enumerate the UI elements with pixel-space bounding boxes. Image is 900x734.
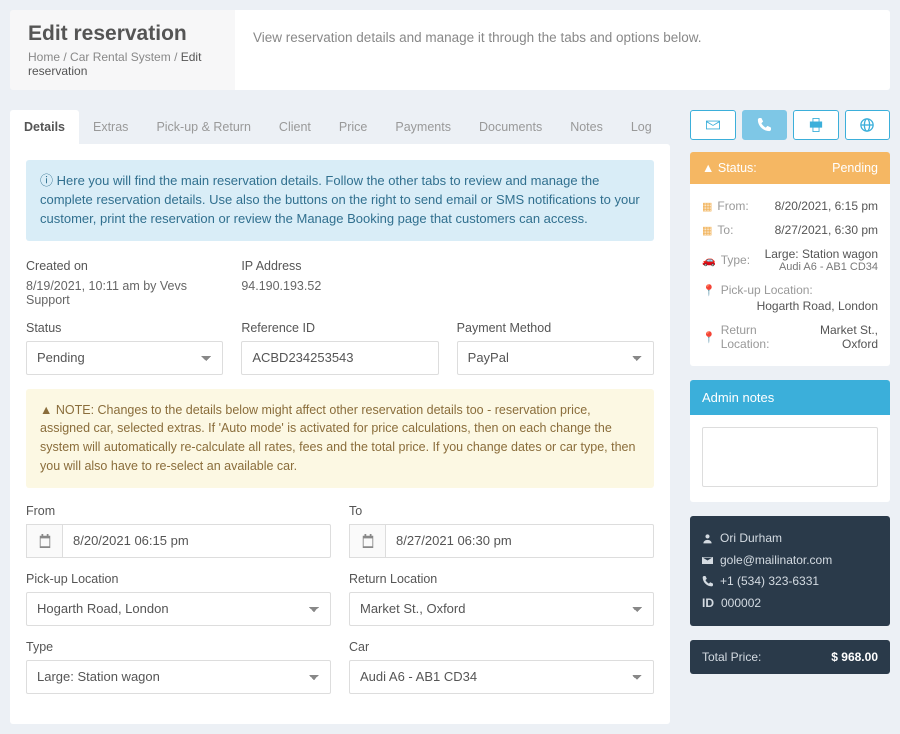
header-subtitle: View reservation details and manage it t… (235, 10, 890, 90)
customer-id-value: 000002 (721, 593, 761, 615)
tab-extras[interactable]: Extras (79, 110, 142, 144)
return-location-select[interactable]: Market St., Oxford (349, 592, 654, 626)
globe-button[interactable] (845, 110, 891, 140)
header-title-block: Edit reservation Home / Car Rental Syste… (10, 10, 235, 90)
to-date-input[interactable] (385, 524, 654, 558)
phone-icon (757, 118, 771, 132)
admin-notes-box: Admin notes (690, 380, 890, 502)
admin-notes-textarea[interactable] (702, 427, 878, 487)
page-header: Edit reservation Home / Car Rental Syste… (10, 10, 890, 90)
breadcrumb: Home / Car Rental System / Edit reservat… (28, 50, 217, 78)
phone-icon (702, 576, 713, 587)
pickup-location-label: Pick-up Location (26, 572, 331, 586)
tab-details[interactable]: Details (10, 110, 79, 144)
summary-car-value: Audi A6 - AB1 CD34 (765, 261, 878, 273)
info-alert-text: Here you will find the main reservation … (40, 173, 640, 226)
warning-alert-text: NOTE: Changes to the details below might… (40, 403, 635, 473)
total-price-value: $ 968.00 (831, 650, 878, 664)
status-label: Status (26, 321, 223, 335)
return-location-label: Return Location (349, 572, 654, 586)
calendar-icon (26, 524, 62, 558)
customer-id-label: ID (702, 593, 714, 615)
user-icon (702, 533, 713, 544)
globe-icon (860, 118, 874, 132)
printer-icon (809, 118, 823, 132)
payment-method-select[interactable]: PayPal (457, 341, 654, 375)
breadcrumb-home[interactable]: Home (28, 50, 60, 64)
summary-from-label: From: (717, 199, 748, 213)
total-price-box: Total Price: $ 968.00 (690, 640, 890, 674)
summary-to-value: 8/27/2021, 6:30 pm (775, 223, 878, 237)
reference-input[interactable] (241, 341, 438, 375)
tab-client[interactable]: Client (265, 110, 325, 144)
page-title: Edit reservation (28, 22, 217, 46)
tab-log[interactable]: Log (617, 110, 666, 144)
envelope-icon (706, 118, 720, 132)
tab-price[interactable]: Price (325, 110, 381, 144)
summary-status-value: Pending (832, 161, 878, 175)
summary-pickup-value: Hogarth Road, London (757, 299, 878, 313)
summary-return-label: Return Location: (721, 323, 794, 351)
summary-from-value: 8/20/2021, 6:15 pm (775, 199, 878, 213)
calendar-icon: ▦ (702, 200, 712, 213)
info-alert: ⓘ Here you will find the main reservatio… (26, 160, 654, 241)
reference-label: Reference ID (241, 321, 438, 335)
tab-notes[interactable]: Notes (556, 110, 617, 144)
created-on-label: Created on (26, 259, 223, 273)
from-label: From (26, 504, 331, 518)
to-label: To (349, 504, 654, 518)
location-pin-icon: 📍 (702, 284, 716, 297)
summary-type-label: Type: (721, 253, 750, 267)
ip-label: IP Address (241, 259, 438, 273)
car-select[interactable]: Audi A6 - AB1 CD34 (349, 660, 654, 694)
details-panel: ⓘ Here you will find the main reservatio… (10, 144, 670, 724)
warning-icon: ▲ (702, 161, 718, 175)
summary-to-label: To: (717, 223, 733, 237)
customer-email: gole@mailinator.com (720, 550, 832, 572)
car-label: Car (349, 640, 654, 654)
summary-status-label: Status: (718, 161, 757, 175)
action-buttons (690, 110, 890, 140)
type-select[interactable]: Large: Station wagon (26, 660, 331, 694)
location-pin-icon: 📍 (702, 331, 716, 344)
admin-notes-heading: Admin notes (690, 380, 890, 415)
sms-button[interactable] (742, 110, 788, 140)
info-icon: ⓘ (40, 173, 57, 188)
tab-documents[interactable]: Documents (465, 110, 556, 144)
summary-box: ▲ Status: Pending ▦ From: 8/20/2021, 6:15… (690, 152, 890, 366)
total-price-label: Total Price: (702, 650, 761, 664)
summary-return-value: Market St., Oxford (794, 323, 878, 351)
print-button[interactable] (793, 110, 839, 140)
created-on-value: 8/19/2021, 10:11 am by Vevs Support (26, 279, 223, 307)
car-icon: 🚗 (702, 254, 716, 267)
summary-pickup-label: Pick-up Location: (721, 283, 813, 297)
tab-payments[interactable]: Payments (381, 110, 465, 144)
envelope-icon (702, 555, 713, 566)
from-date-input[interactable] (62, 524, 331, 558)
calendar-icon (349, 524, 385, 558)
warning-alert: ▲ NOTE: Changes to the details below mig… (26, 389, 654, 488)
tab-pickup-return[interactable]: Pick-up & Return (142, 110, 264, 144)
calendar-icon: ▦ (702, 224, 712, 237)
tab-strip: Details Extras Pick-up & Return Client P… (10, 110, 670, 144)
type-label: Type (26, 640, 331, 654)
customer-name: Ori Durham (720, 528, 782, 550)
customer-box: Ori Durham gole@mailinator.com +1 (534) … (690, 516, 890, 626)
warning-icon: ▲ (40, 403, 56, 417)
summary-type-value: Large: Station wagon (765, 247, 878, 261)
breadcrumb-system[interactable]: Car Rental System (70, 50, 171, 64)
ip-value: 94.190.193.52 (241, 279, 438, 293)
payment-method-label: Payment Method (457, 321, 654, 335)
pickup-location-select[interactable]: Hogarth Road, London (26, 592, 331, 626)
customer-phone: +1 (534) 323-6331 (720, 571, 819, 593)
status-select[interactable]: Pending (26, 341, 223, 375)
email-button[interactable] (690, 110, 736, 140)
summary-status-header: ▲ Status: Pending (690, 152, 890, 184)
